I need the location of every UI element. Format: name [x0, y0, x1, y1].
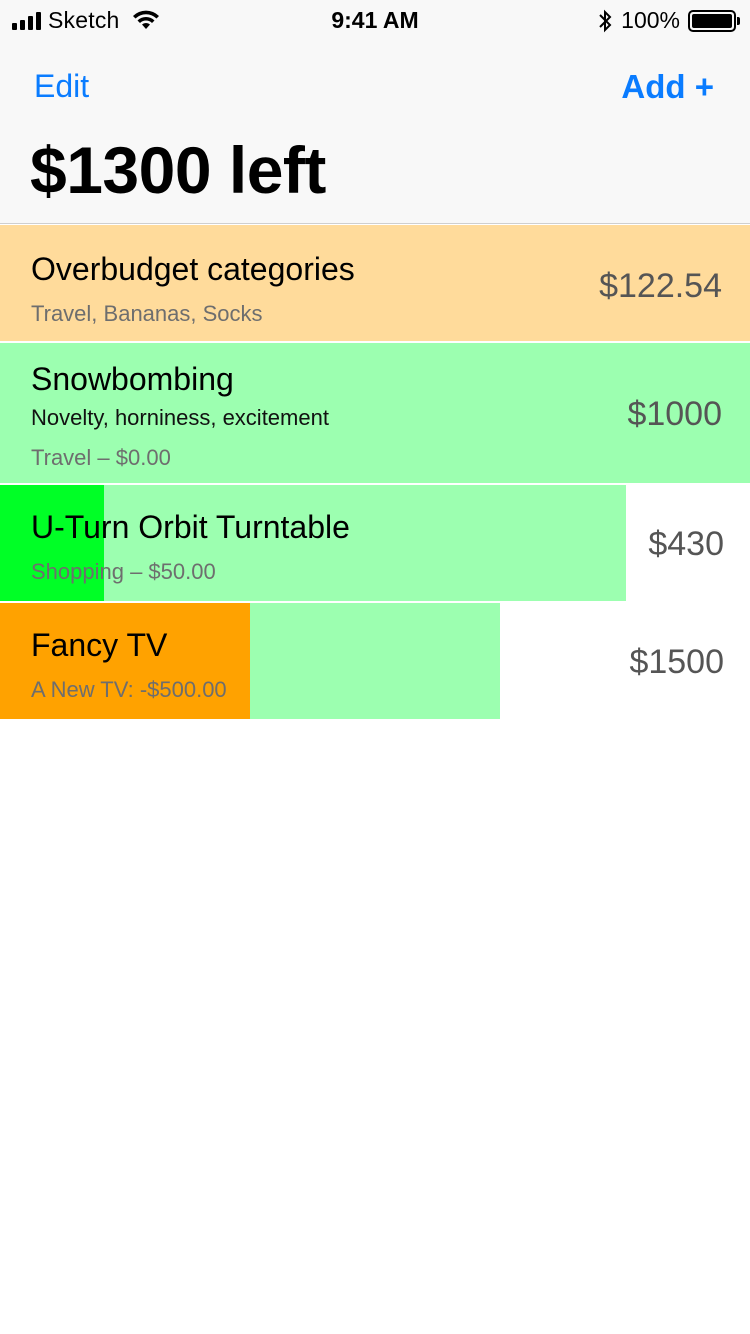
- row-amount: $430: [648, 525, 724, 563]
- row-subtitle: A New TV: -$500.00: [31, 677, 227, 702]
- fancy-tv-row[interactable]: Fancy TV A New TV: -$500.00 $1500: [0, 603, 750, 719]
- row-subtitle: Travel – $0.00: [31, 445, 171, 470]
- budget-list: Overbudget categories Travel, Bananas, S…: [0, 225, 750, 719]
- row-subtitle: Shopping – $50.00: [31, 559, 216, 584]
- add-button[interactable]: Add +: [621, 68, 714, 106]
- navigation-bar: Edit Add + $1300 left: [0, 40, 750, 224]
- row-amount: $1000: [627, 395, 722, 433]
- overbudget-row[interactable]: Overbudget categories Travel, Bananas, S…: [0, 225, 750, 343]
- row-subtitle: Travel, Bananas, Socks: [31, 301, 263, 326]
- battery-icon: [688, 9, 740, 32]
- u-turn-row[interactable]: U-Turn Orbit Turntable Shopping – $50.00…: [0, 485, 750, 603]
- row-title: Overbudget categories: [31, 251, 355, 287]
- page-title: $1300 left: [30, 133, 326, 207]
- row-title: Snowbombing: [31, 361, 234, 397]
- row-description: Novelty, horniness, excitement: [31, 405, 329, 430]
- status-bar: Sketch 9:41 AM 100%: [0, 0, 750, 40]
- snowbombing-row[interactable]: Snowbombing Novelty, horniness, exciteme…: [0, 343, 750, 485]
- row-title: Fancy TV: [31, 627, 168, 663]
- battery-fill: [692, 13, 732, 28]
- edit-button[interactable]: Edit: [34, 68, 89, 105]
- bluetooth-icon: [599, 9, 612, 32]
- row-amount: $122.54: [599, 267, 722, 305]
- battery-percent: 100%: [621, 7, 680, 33]
- row-title: U-Turn Orbit Turntable: [31, 509, 350, 545]
- row-amount: $1500: [629, 643, 724, 681]
- status-right: 100%: [597, 7, 740, 34]
